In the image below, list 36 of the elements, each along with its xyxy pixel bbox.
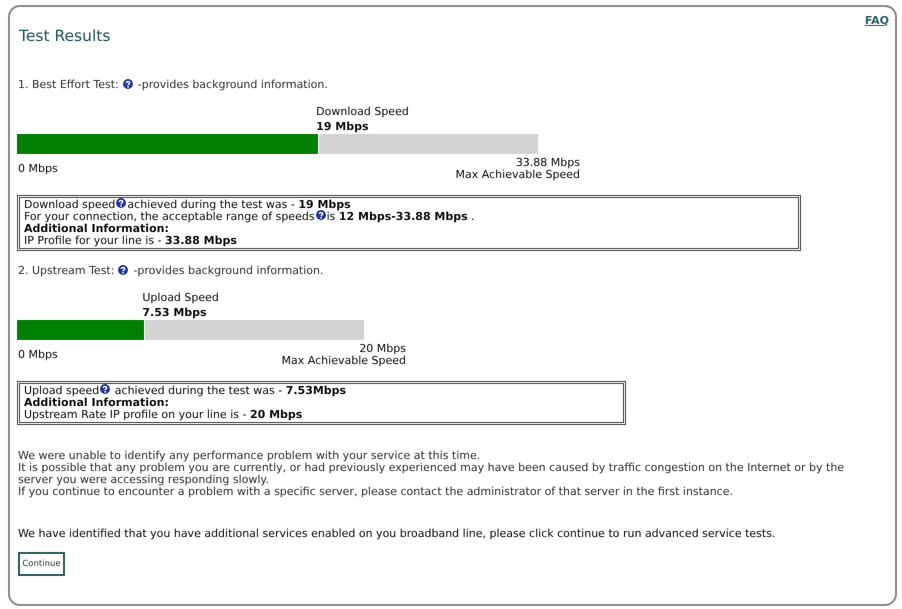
- info-text: We were unable to identify any performance problem with your service at this time.: [18, 450, 482, 462]
- help-note: -provides background information.: [133, 265, 324, 277]
- help-icon[interactable]: [118, 264, 128, 274]
- detail-text: IP Profile for your line is - 33.88 Mbps: [24, 234, 237, 247]
- detail-text: Download speed: [24, 198, 116, 211]
- speed-reading: 19 Mbps: [316, 119, 369, 134]
- detail-text: For your connection, the acceptable range of speeds: [24, 210, 315, 223]
- info-text: We have identified that you have additional services enabled on you broadband line, please click continue to run advanced service tests.: [18, 528, 776, 540]
- detail-text: achieved during the test was - 7.53Mbps: [114, 384, 346, 397]
- help-icon[interactable]: [122, 78, 133, 88]
- help-icon[interactable]: [316, 210, 326, 220]
- scale-max-label: 20 Mbps: [358, 343, 406, 355]
- faq-link[interactable]: FAQ: [864, 15, 889, 27]
- scale-max-caption: Max Achievable Speed: [282, 355, 406, 367]
- info-text: If you continue to encounter a problem with a specific server, please contact the administrator of that server in the first instance.: [18, 486, 734, 498]
- page-title: Test Results: [19, 27, 110, 45]
- help-note: -provides background information.: [138, 79, 328, 91]
- test-label: 1. Best Effort Test:: [18, 79, 119, 91]
- speed-caption: Download Speed: [316, 104, 409, 119]
- continue-button[interactable]: Continue: [18, 552, 65, 576]
- speed-caption: Upload Speed: [142, 290, 219, 305]
- scale-min-label: 0 Mbps: [18, 349, 58, 361]
- scale-max-caption: Max Achievable Speed: [456, 169, 580, 181]
- detail-text: Upstream Rate IP profile on your line is - 20 Mbps: [24, 408, 302, 421]
- detail-text: Upload speed: [24, 384, 100, 397]
- detail-text: achieved during the test was - 19 Mbps: [127, 198, 351, 211]
- scale-min-label: 0 Mbps: [18, 163, 58, 175]
- detail-text: is 12 Mbps-33.88 Mbps .: [326, 210, 475, 223]
- detail-heading: Additional Information:: [24, 222, 169, 235]
- test-label: 2. Upstream Test:: [18, 265, 114, 277]
- help-icon[interactable]: [100, 384, 110, 394]
- detail-heading: Additional Information:: [24, 396, 169, 409]
- scale-max-label: 33.88 Mbps: [514, 157, 580, 169]
- speed-reading: 7.53 Mbps: [142, 305, 207, 320]
- help-icon[interactable]: [116, 198, 126, 208]
- info-text: It is possible that any problem you are currently, or had previously experienced may have been caused by traffic congestion on the Internet or by the server you were accessing responding slowly.: [18, 462, 846, 486]
